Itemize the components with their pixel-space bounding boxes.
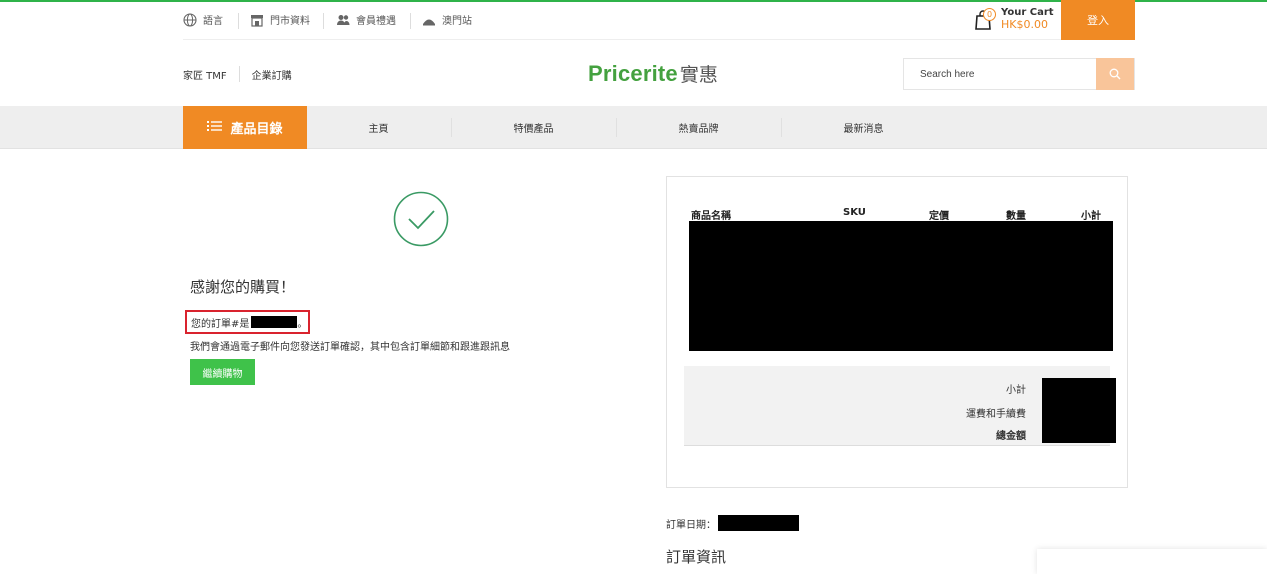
redacted-order-date [718, 515, 799, 531]
corporate-links: 家匠 TMF 企業訂購 [183, 66, 292, 82]
nav-item-news[interactable]: 最新消息 [782, 106, 945, 149]
macau-site-link[interactable]: 澳門站 [422, 12, 472, 27]
redacted-order-items [689, 221, 1113, 351]
category-menu-button[interactable]: 產品目錄 [183, 106, 307, 149]
category-menu-label: 產品目錄 [230, 122, 283, 137]
order-info-heading: 訂單資訊 [666, 548, 727, 566]
column-header-quantity: 數量 [1006, 211, 1026, 222]
site-logo[interactable]: Pricerite 實惠 [588, 60, 718, 87]
email-confirmation-note: 我們會通過電子郵件向您發送訂單確認，其中包含訂單細節和跟進跟訊息 [190, 342, 510, 353]
globe-icon [183, 12, 197, 27]
member-benefits-link[interactable]: 會員禮遇 [336, 12, 396, 27]
divider [323, 13, 324, 29]
shipping-fee-label: 運費和手續費 [966, 409, 1026, 420]
continue-shopping-button[interactable]: 繼續購物 [190, 359, 255, 385]
nav-item-home[interactable]: 主頁 [307, 106, 450, 149]
tmf-link[interactable]: 家匠 TMF [183, 67, 227, 82]
search-icon [1109, 65, 1121, 84]
store-info-link[interactable]: 門市資料 [250, 12, 310, 27]
order-number-box: 您的訂單#是 。 [185, 310, 310, 334]
column-header-sku: SKU [843, 207, 866, 218]
order-summary-panel: 商品名稱 SKU 定價 數量 小計 小計 運費和手續費 總金額 [666, 176, 1128, 488]
macau-site-label: 澳門站 [442, 16, 472, 27]
list-icon [207, 120, 223, 136]
logo-text-zh: 實惠 [679, 64, 718, 86]
subtotal-label: 小計 [1006, 385, 1026, 396]
main-nav: 產品目錄 主頁 特價產品 熱賣品牌 最新消息 [0, 106, 1267, 149]
member-benefits-label: 會員禮遇 [356, 16, 396, 27]
login-button[interactable]: 登入 [1061, 0, 1135, 40]
logo-text-en: Pricerite [588, 61, 678, 86]
nav-item-brands[interactable]: 熱賣品牌 [617, 106, 780, 149]
search-button[interactable] [1096, 58, 1134, 90]
order-date-label: 訂單日期： [666, 519, 716, 531]
order-number-prefix: 您的訂單#是 [191, 318, 250, 330]
corporate-order-link[interactable]: 企業訂購 [252, 67, 292, 82]
cart-count-badge: 0 [983, 8, 996, 21]
thank-you-heading: 感謝您的購買！ [190, 278, 296, 296]
cart-summary[interactable]: 0 Your Cart HK$0.00 [973, 7, 1054, 31]
column-header-product: 商品名稱 [691, 211, 731, 222]
checkmark-circle-icon [393, 191, 449, 247]
store-icon [250, 13, 264, 27]
divider [410, 13, 411, 29]
search-input[interactable] [904, 59, 1097, 89]
order-number-suffix: 。 [297, 318, 308, 330]
redacted-totals [1042, 378, 1116, 443]
column-header-price: 定價 [929, 211, 949, 222]
store-info-label: 門市資料 [270, 16, 310, 27]
order-date: 訂單日期： [666, 515, 799, 531]
language-label: 語言 [203, 16, 223, 27]
utility-bar: 語言 門市資料 會員禮遇 澳門站 0 Your Cart HK$0.00 登入 [183, 0, 1135, 40]
divider [238, 66, 240, 82]
divider [238, 13, 239, 29]
users-icon [336, 13, 350, 27]
shopping-bag-icon: 0 [973, 7, 996, 31]
nav-item-specials[interactable]: 特價產品 [452, 106, 615, 149]
language-selector[interactable]: 語言 [183, 12, 223, 27]
grand-total-label: 總金額 [996, 431, 1026, 442]
redacted-order-number [251, 316, 298, 328]
order-totals: 小計 運費和手續費 總金額 [684, 366, 1116, 446]
search-bar [903, 58, 1135, 90]
floating-widget[interactable] [1037, 549, 1267, 574]
column-header-subtotal: 小計 [1081, 211, 1101, 222]
cart-amount: HK$0.00 [1001, 18, 1048, 31]
building-icon [422, 13, 436, 27]
